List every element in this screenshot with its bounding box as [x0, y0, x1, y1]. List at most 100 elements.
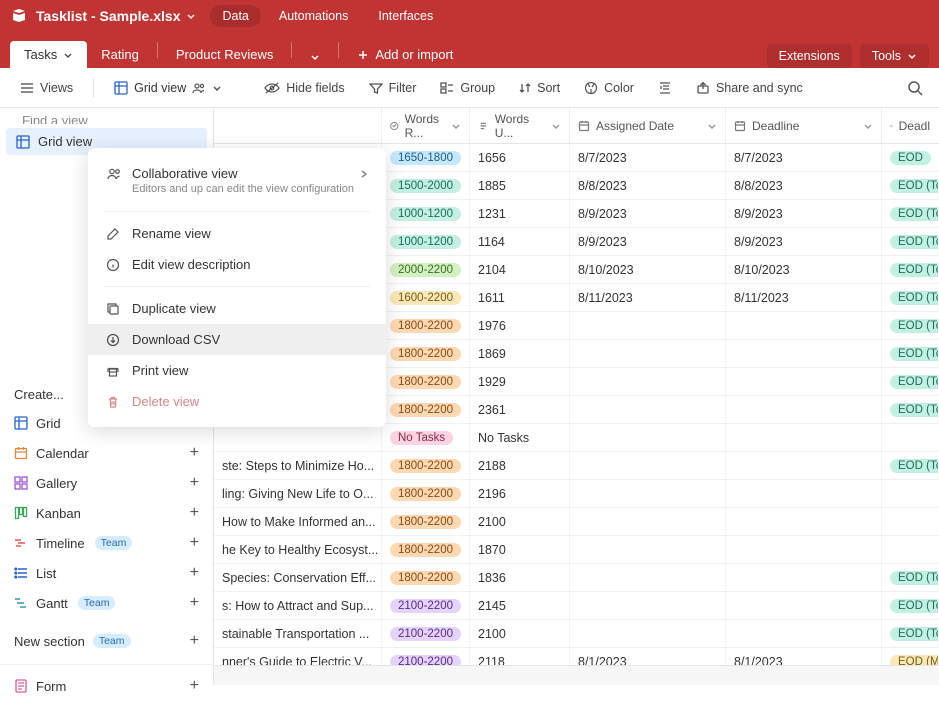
nav-rating[interactable]: Rating: [87, 41, 153, 68]
cell-words-used[interactable]: 2188: [470, 452, 570, 479]
find-view-input[interactable]: Find a view: [0, 116, 88, 124]
cell-title[interactable]: ling: Giving New Life to O...: [214, 480, 382, 507]
header-tab-data[interactable]: Data: [210, 5, 260, 27]
base-title-chevron-icon[interactable]: [186, 11, 196, 21]
cell-words-requested[interactable]: 2000-2200: [382, 256, 470, 283]
create-list-button[interactable]: List+: [0, 558, 213, 588]
table-row[interactable]: ling: Giving New Life to O...1800-220021…: [214, 480, 939, 508]
add-or-import-button[interactable]: Add or import: [343, 41, 467, 68]
nav-more-chevron[interactable]: [296, 46, 334, 68]
cell-assigned-date[interactable]: [570, 424, 726, 451]
cell-words-used[interactable]: 1869: [470, 340, 570, 367]
cell-words-used[interactable]: 1976: [470, 312, 570, 339]
cell-assigned-date[interactable]: 8/9/2023: [570, 200, 726, 227]
cell-assigned-date[interactable]: [570, 368, 726, 395]
cell-deadline[interactable]: 8/8/2023: [726, 172, 882, 199]
current-view-button[interactable]: Grid view: [104, 76, 232, 100]
cell-words-requested[interactable]: 1800-2200: [382, 564, 470, 591]
cell-deadline-type[interactable]: EOD: [882, 144, 938, 171]
cell-deadline[interactable]: 8/10/2023: [726, 256, 882, 283]
cell-words-used[interactable]: 2145: [470, 592, 570, 619]
cell-words-requested[interactable]: 1800-2200: [382, 452, 470, 479]
cell-assigned-date[interactable]: [570, 592, 726, 619]
cell-words-used[interactable]: 2100: [470, 508, 570, 535]
cell-deadline-type[interactable]: [882, 508, 938, 535]
cell-words-used[interactable]: 1611: [470, 284, 570, 311]
cell-assigned-date[interactable]: [570, 564, 726, 591]
cell-words-used[interactable]: 2196: [470, 480, 570, 507]
cell-deadline[interactable]: 8/9/2023: [726, 200, 882, 227]
cell-words-requested[interactable]: 1800-2200: [382, 340, 470, 367]
cell-words-used[interactable]: 1656: [470, 144, 570, 171]
header-tab-interfaces[interactable]: Interfaces: [366, 5, 445, 27]
cell-deadline[interactable]: [726, 368, 882, 395]
cell-words-used[interactable]: 2100: [470, 620, 570, 647]
create-form-button[interactable]: Form +: [0, 671, 213, 701]
cell-deadline[interactable]: [726, 564, 882, 591]
cell-assigned-date[interactable]: [570, 340, 726, 367]
table-row[interactable]: he Key to Healthy Ecosyst...1800-2200187…: [214, 536, 939, 564]
cell-words-requested[interactable]: 1500-2000: [382, 172, 470, 199]
cell-deadline[interactable]: [726, 592, 882, 619]
cell-deadline[interactable]: [726, 480, 882, 507]
cell-deadline-type[interactable]: EOD (To: [882, 564, 938, 591]
table-row[interactable]: No TasksNo Tasks: [214, 424, 939, 452]
share-sync-button[interactable]: Share and sync: [686, 76, 813, 100]
menu-rename-view[interactable]: Rename view: [88, 218, 386, 249]
cell-title[interactable]: he Key to Healthy Ecosyst...: [214, 536, 382, 563]
cell-deadline[interactable]: [726, 452, 882, 479]
filter-button[interactable]: Filter: [359, 76, 427, 100]
cell-words-requested[interactable]: 1800-2200: [382, 312, 470, 339]
table-row[interactable]: Species: Conservation Eff...1800-2200183…: [214, 564, 939, 592]
group-button[interactable]: Group: [430, 76, 505, 100]
cell-title[interactable]: stainable Transportation ...: [214, 620, 382, 647]
cell-deadline[interactable]: [726, 424, 882, 451]
cell-words-used[interactable]: 1885: [470, 172, 570, 199]
col-header-title[interactable]: [214, 108, 382, 143]
cell-deadline[interactable]: 8/7/2023: [726, 144, 882, 171]
cell-assigned-date[interactable]: [570, 508, 726, 535]
cell-assigned-date[interactable]: [570, 452, 726, 479]
cell-deadline-type[interactable]: EOD (To: [882, 368, 938, 395]
base-title[interactable]: Tasklist - Sample.xlsx: [36, 8, 180, 24]
cell-words-used[interactable]: 1836: [470, 564, 570, 591]
menu-edit-description[interactable]: Edit view description: [88, 249, 386, 280]
col-header-words-requested[interactable]: Words R...: [382, 108, 470, 143]
cell-deadline-type[interactable]: EOD (To: [882, 452, 938, 479]
cell-title[interactable]: [214, 424, 382, 451]
cell-words-requested[interactable]: 1800-2200: [382, 480, 470, 507]
cell-words-requested[interactable]: 1600-2200: [382, 284, 470, 311]
nav-product-reviews[interactable]: Product Reviews: [162, 41, 288, 68]
cell-deadline-type[interactable]: [882, 480, 938, 507]
cell-deadline-type[interactable]: EOD (To: [882, 172, 938, 199]
cell-deadline-type[interactable]: EOD (To: [882, 200, 938, 227]
cell-words-requested[interactable]: 1000-1200: [382, 200, 470, 227]
col-header-words-used[interactable]: Words U...: [470, 108, 570, 143]
color-button[interactable]: Color: [574, 76, 644, 100]
cell-assigned-date[interactable]: 8/11/2023: [570, 284, 726, 311]
cell-deadline-type[interactable]: EOD (To: [882, 284, 938, 311]
cell-deadline[interactable]: [726, 536, 882, 563]
cell-words-used[interactable]: 1164: [470, 228, 570, 255]
cell-assigned-date[interactable]: 8/10/2023: [570, 256, 726, 283]
hide-fields-button[interactable]: Hide fields: [254, 76, 354, 100]
menu-collaborative-view[interactable]: Collaborative view Editors and up can ed…: [88, 158, 386, 205]
cell-deadline-type[interactable]: EOD (To: [882, 312, 938, 339]
cell-deadline-type[interactable]: EOD (To: [882, 592, 938, 619]
views-toggle-button[interactable]: Views: [10, 76, 83, 100]
cell-title[interactable]: ste: Steps to Minimize Ho...: [214, 452, 382, 479]
table-row[interactable]: ste: Steps to Minimize Ho...1800-2200218…: [214, 452, 939, 480]
cell-words-requested[interactable]: 1800-2200: [382, 536, 470, 563]
create-timeline-button[interactable]: TimelineTeam+: [0, 528, 213, 558]
create-calendar-button[interactable]: Calendar+: [0, 438, 213, 468]
cell-deadline-type[interactable]: EOD (To: [882, 396, 938, 423]
cell-deadline-type[interactable]: EOD (To: [882, 256, 938, 283]
create-gallery-button[interactable]: Gallery+: [0, 468, 213, 498]
menu-delete-view[interactable]: Delete view: [88, 386, 386, 417]
cell-words-used[interactable]: 1231: [470, 200, 570, 227]
cell-assigned-date[interactable]: 8/9/2023: [570, 228, 726, 255]
col-header-deadline-type[interactable]: Deadl: [882, 108, 938, 143]
sort-button[interactable]: Sort: [509, 76, 570, 100]
cell-title[interactable]: s: How to Attract and Sup...: [214, 592, 382, 619]
cell-deadline[interactable]: [726, 620, 882, 647]
